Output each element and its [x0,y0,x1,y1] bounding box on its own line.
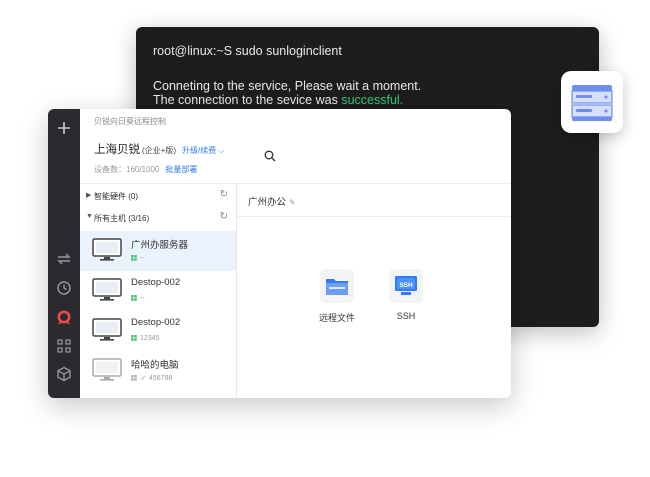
chevron-down-icon[interactable]: ⌵ [218,146,224,155]
host-name: 广州办服务器 [131,240,189,251]
device-list: ▶ 智能硬件 (0) ↻ ▼ 所有主机 (3/16) ↻ 广州办服务器 -- D… [80,183,237,398]
server-icon [571,85,613,121]
refresh-icon[interactable]: ↻ [220,211,228,222]
sunlogin-client-window: 贝锐向日葵远程控制 上海贝锐 (企业+版) 升级/续费 ⌵ 设备数：160/1000 批… [48,109,511,398]
host-row[interactable]: Destop-002 12345 [80,311,236,351]
monitor-icon [92,278,122,301]
monitor-icon [92,238,122,261]
search-input[interactable] [256,145,511,167]
group-smart-hardware[interactable]: ▶ 智能硬件 (0) ↻ [80,188,236,206]
grid-icon[interactable] [55,337,73,355]
remote-file-tile[interactable]: 远程文件 [307,269,367,324]
host-name: 哈哈的电脑 [131,360,179,371]
left-rail [48,109,80,398]
host-detail-title: 广州办公 [248,197,287,208]
group-label: 智能硬件 (0) [94,192,138,201]
history-icon[interactable] [55,279,73,297]
host-status: -- [131,255,145,262]
add-icon[interactable] [55,119,73,137]
collapsed-arrow-icon: ▶ [86,192,92,199]
search-icon [264,150,276,162]
terminal-output-line-1: Conneting to the service, Please wait a … [153,79,422,93]
host-detail-pane: 广州办公 ✎ 远程文件 SSH SSH [236,183,511,398]
app-title: 贝锐向日葵远程控制 [94,117,166,126]
windows-icon [131,335,137,341]
tile-label: SSH [396,311,416,321]
svg-text:SSH: SSH [399,282,413,289]
windows-icon [131,375,137,381]
host-id: -- [140,295,145,302]
terminal-command: root@linux:~S sudo sunloginclient [153,44,342,58]
host-status: 456788 [131,375,172,382]
transfer-icon[interactable] [55,250,73,268]
edition-label: (企业+版) [142,146,176,155]
company-name: 上海贝锐 [94,144,140,156]
monitor-icon [92,358,122,381]
expanded-arrow-icon: ▼ [86,213,93,220]
tile-label: 远程文件 [318,313,355,323]
host-row[interactable]: 哈哈的电脑 456788 [80,351,236,391]
refresh-icon[interactable]: ↻ [220,189,228,200]
device-count-row: 设备数：160/1000 批量部署 [94,164,197,175]
ssh-tile[interactable]: SSH SSH [376,269,436,321]
folder-icon [320,269,354,303]
windows-icon [131,255,137,261]
host-id: -- [140,255,145,262]
terminal-output-prefix: The connection to the sevice was [153,93,342,107]
group-label: 所有主机 (3/16) [94,214,150,223]
content-divider [236,216,511,217]
account-header: 上海贝锐 (企业+版) 升级/续费 ⌵ [94,141,224,157]
group-all-hosts[interactable]: ▼ 所有主机 (3/16) ↻ [80,210,236,228]
host-id: 12345 [140,335,160,342]
edit-icon[interactable]: ✎ [289,198,296,207]
terminal-status-success: successful. [341,93,404,107]
terminal-output-line-2: The connection to the sevice was success… [153,93,403,107]
host-name: Destop-002 [131,277,181,288]
link-icon [140,375,146,381]
host-id: 456788 [149,375,173,382]
ssh-icon: SSH [389,269,423,303]
host-row[interactable]: Destop-002 -- [80,271,236,311]
server-badge [561,71,623,133]
host-name: Destop-002 [131,317,181,328]
host-row[interactable]: 广州办服务器 -- [80,231,236,271]
windows-icon [131,295,137,301]
cube-icon[interactable] [55,365,73,383]
batch-deploy-link[interactable]: 批量部署 [165,165,197,174]
host-detail-header: 广州办公 ✎ [248,194,296,208]
sunlogin-logo-icon[interactable] [55,308,73,326]
upgrade-link[interactable]: 升级/续费 [182,146,216,155]
device-count: 设备数：160/1000 [94,165,160,174]
host-status: -- [131,295,145,302]
monitor-icon [92,318,122,341]
host-status: 12345 [131,335,159,342]
